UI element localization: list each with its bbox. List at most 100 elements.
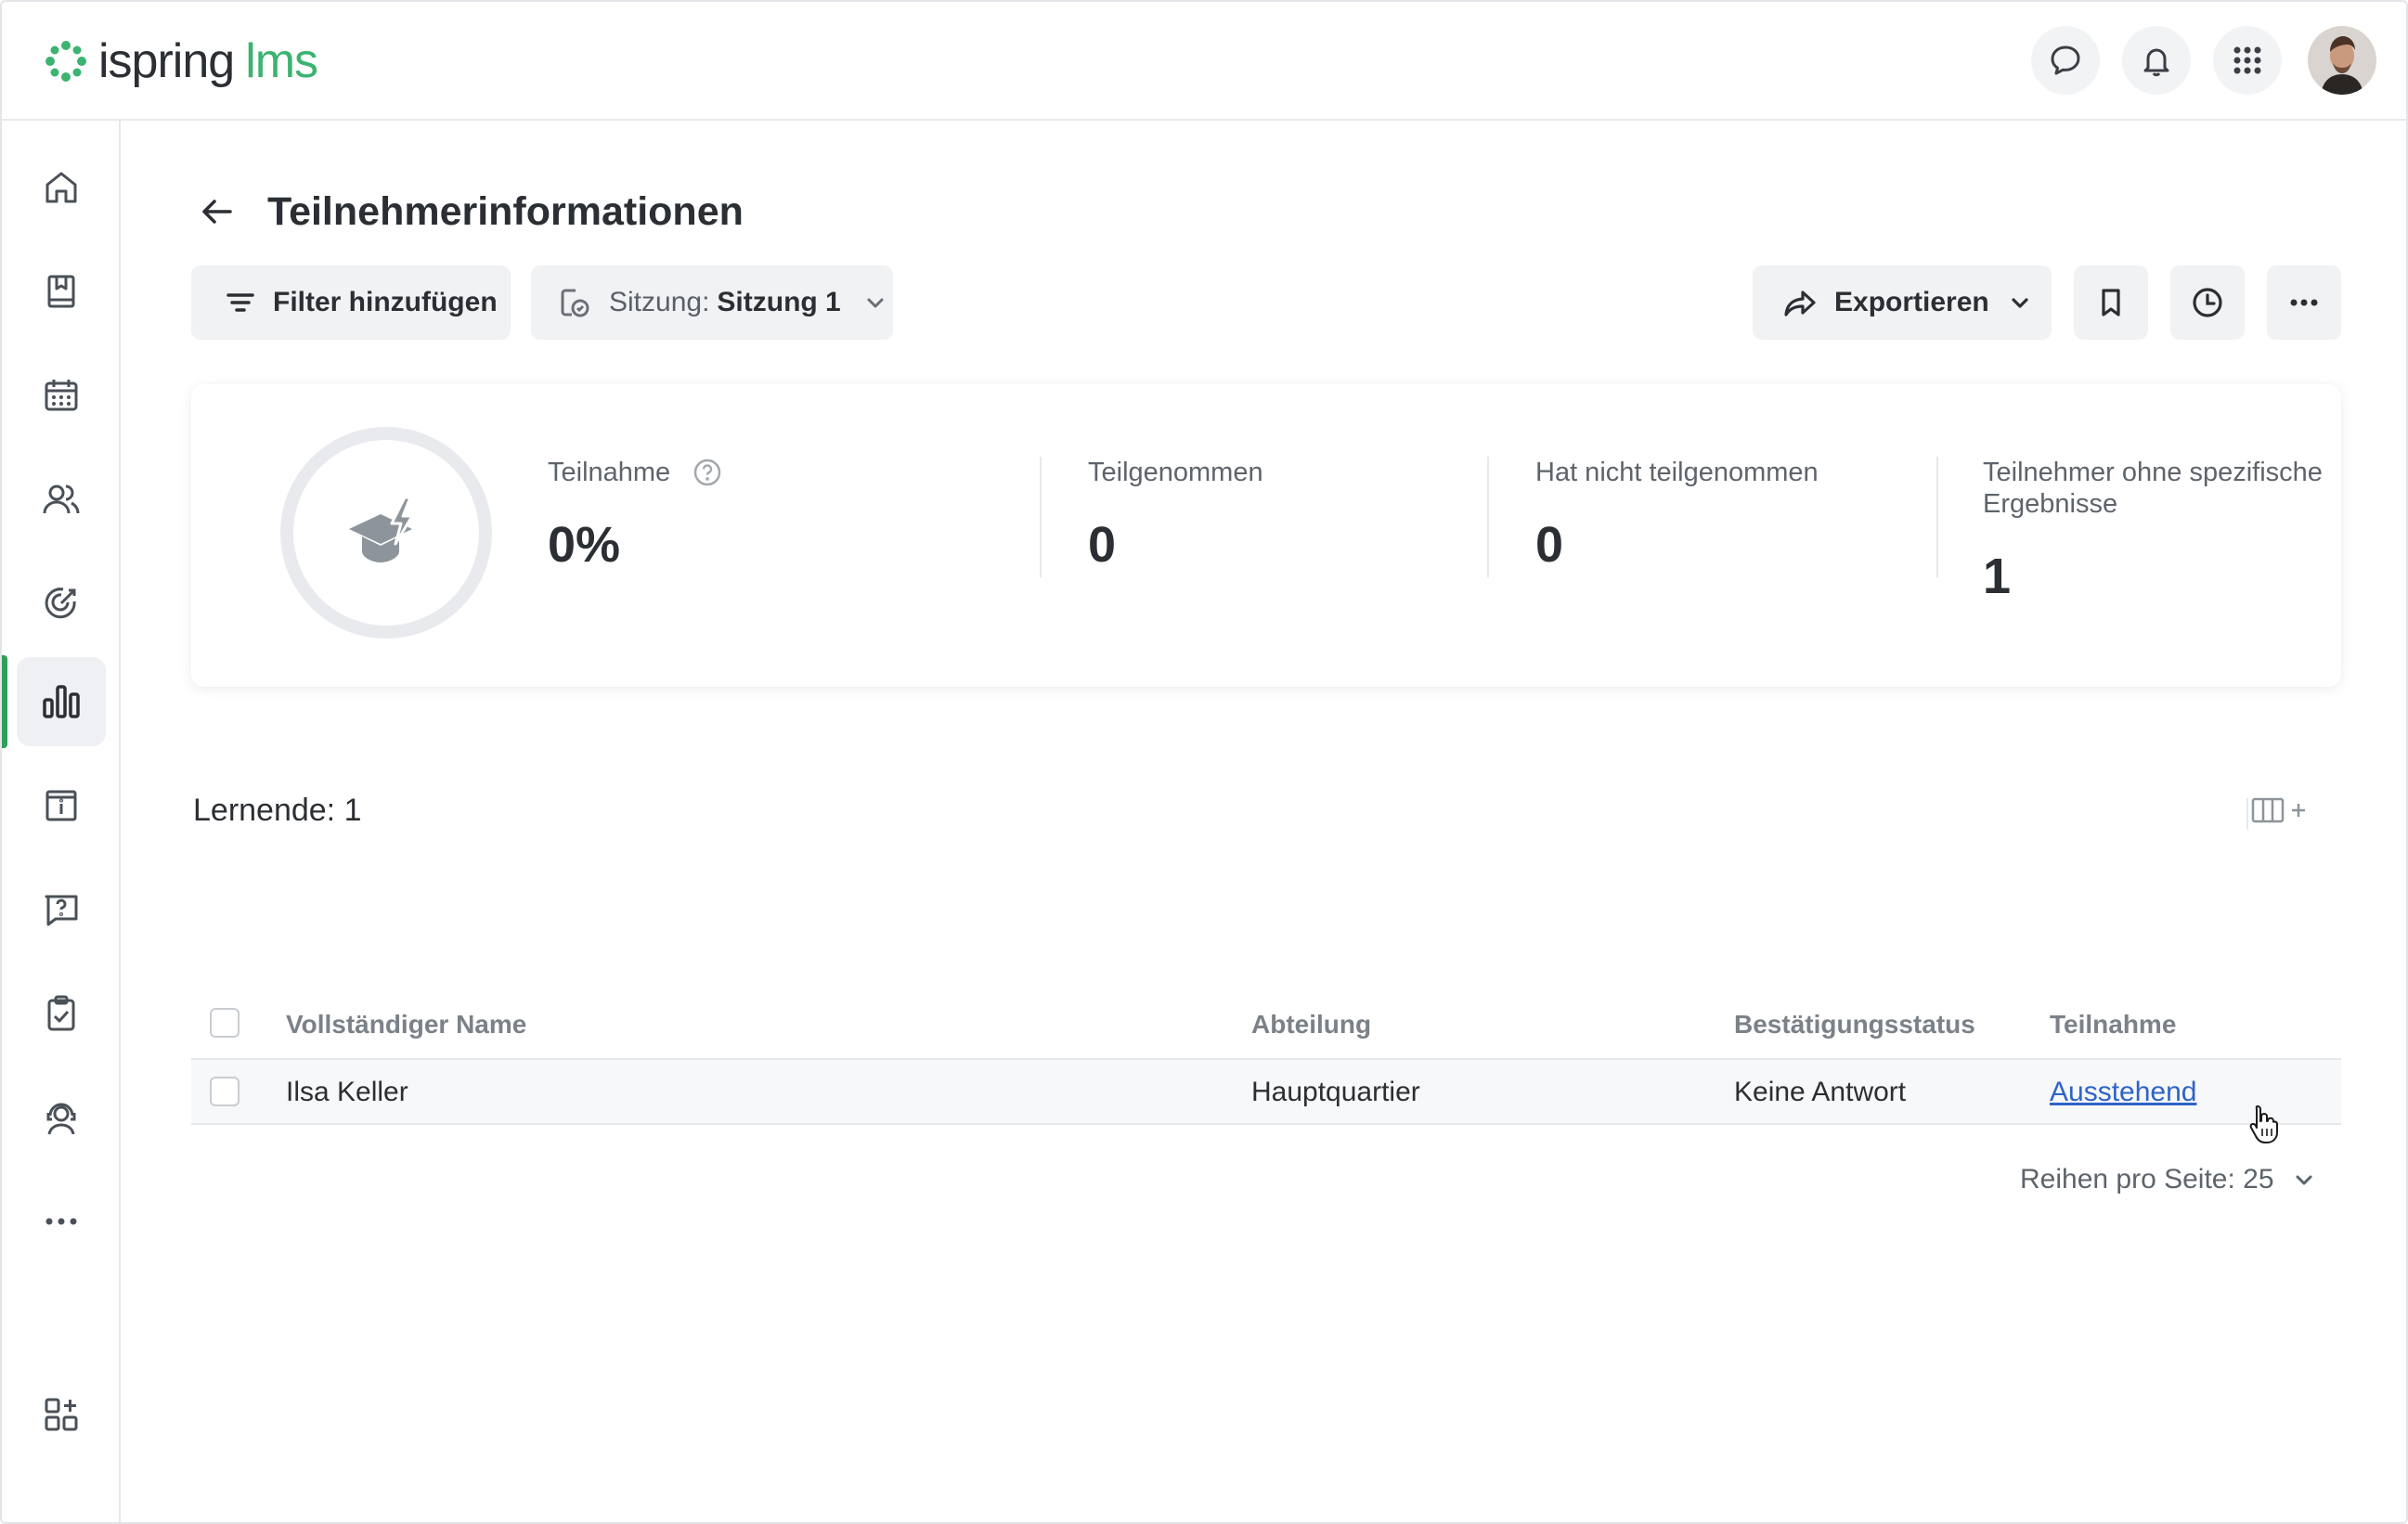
reports-chart-icon (43, 685, 80, 718)
session-prefix: Sitzung: (609, 287, 710, 317)
clipboard-check-icon (47, 995, 75, 1031)
sidebar-active-indicator (2, 655, 7, 748)
clock-icon (2193, 288, 2222, 317)
support-agent-icon (46, 1103, 76, 1135)
sidebar-item-calendar[interactable] (17, 351, 106, 440)
stat-no-results-value: 1 (1983, 549, 2012, 604)
sidebar-item-questions[interactable] (17, 865, 106, 954)
stat-label: Teilnahme (548, 457, 722, 488)
cell-department: Hauptquartier (1251, 1077, 1420, 1107)
page-title: Teilnehmerinformationen (267, 189, 744, 234)
apps-grid-icon (2233, 46, 2261, 74)
stat-not-attended-value: 0 (1535, 517, 1564, 573)
cell-name[interactable]: Ilsa Keller (286, 1077, 408, 1108)
sidebar-item-reports[interactable] (17, 657, 106, 746)
bookmark-icon (2102, 289, 2120, 316)
back-button[interactable] (191, 186, 243, 238)
rows-per-page-label: Reihen pro Seite: 25 (2020, 1164, 2274, 1195)
sidebar-item-goals[interactable] (17, 559, 106, 648)
sidebar-item-users[interactable] (17, 455, 106, 544)
sidebar-item-add-widget[interactable] (17, 1370, 106, 1459)
stat-participation: Teilnahme 0% (548, 457, 722, 574)
logo-text-lms: lms (245, 34, 318, 88)
participation-ring (280, 427, 492, 639)
stat-no-results-label: Teilnehmer ohne spezifische Ergebnisse (1983, 458, 2323, 519)
sidebar-item-info[interactable] (17, 761, 106, 850)
users-icon (43, 484, 80, 514)
add-filter-button[interactable]: Filter hinzufügen (191, 265, 511, 340)
chat-icon (2051, 45, 2080, 75)
participation-status-link[interactable]: Ausstehend (2050, 1077, 2196, 1108)
notifications-button[interactable] (2122, 26, 2191, 95)
select-all-checkbox[interactable] (210, 1008, 240, 1038)
book-icon (47, 275, 75, 308)
divider (1040, 457, 1042, 577)
filter-icon (227, 293, 254, 312)
chevron-down-icon (867, 298, 884, 308)
add-widget-icon (45, 1398, 78, 1431)
logo-mark-icon (45, 41, 86, 82)
stat-participation-value: 0% (548, 517, 621, 573)
top-actions (2031, 26, 2376, 95)
export-label: Exportieren (1834, 287, 1989, 317)
session-icon (561, 289, 589, 317)
apps-button[interactable] (2213, 26, 2282, 95)
stat-no-results: Teilnehmer ohne spezifische Ergebnisse 1 (1983, 457, 2345, 605)
stat-attended-value: 0 (1088, 517, 1117, 573)
session-value: Sitzung 1 (717, 287, 841, 317)
add-filter-label: Filter hinzufügen (273, 287, 498, 317)
divider (1487, 457, 1489, 577)
hand-pointer-cursor-icon (2249, 1105, 2278, 1143)
history-button[interactable] (2170, 265, 2245, 340)
stat-attended-label: Teilgenommen (1088, 458, 1263, 487)
sidebar (2, 121, 121, 1522)
bookmark-button[interactable] (2074, 265, 2148, 340)
sidebar-item-support[interactable] (17, 1073, 106, 1162)
chevron-down-icon (2012, 298, 2028, 308)
stat-attended: Teilgenommen 0 (1088, 457, 1263, 574)
stat-not-attended: Hat nicht teilgenommen 0 (1535, 457, 1819, 574)
target-icon (45, 588, 76, 619)
sidebar-item-tasks[interactable] (17, 969, 106, 1058)
column-header-department[interactable]: Abteilung (1251, 1010, 1371, 1040)
table-row[interactable]: Ilsa Keller Hauptquartier Keine Antwort … (191, 1060, 2341, 1125)
arrow-left-icon (202, 200, 232, 224)
avatar-image (2308, 26, 2376, 95)
stats-card: Teilnahme 0% Teilgenommen 0 Hat nicht te… (191, 384, 2341, 687)
calendar-icon (45, 380, 78, 411)
more-horizontal-icon (45, 1218, 77, 1225)
divider (2246, 798, 2248, 830)
help-circle-icon[interactable] (693, 458, 722, 487)
graduation-cap-icon (349, 496, 414, 562)
more-actions-button[interactable] (2267, 265, 2341, 340)
session-select[interactable]: Sitzung: Sitzung 1 (531, 265, 893, 340)
bell-icon (2143, 48, 2169, 77)
logo-text-ispring: ispring (98, 34, 235, 88)
export-button[interactable]: Exportieren (1753, 265, 2052, 340)
row-checkbox[interactable] (210, 1077, 240, 1106)
info-icon (45, 790, 77, 821)
more-horizontal-icon (2290, 299, 2318, 306)
share-arrow-icon (1784, 291, 1816, 316)
column-settings-button[interactable] (2250, 794, 2308, 826)
main-content: Teilnehmerinformationen Filter hinzufüge… (121, 121, 2406, 1522)
sidebar-item-home[interactable] (17, 143, 106, 232)
sidebar-item-courses[interactable] (17, 247, 106, 336)
rows-per-page-select[interactable]: Reihen pro Seite: 25 (2020, 1164, 2315, 1195)
columns-add-icon (2251, 797, 2305, 823)
divider (1936, 457, 1938, 577)
learner-count: Lernende: 1 (193, 793, 362, 828)
user-avatar[interactable] (2308, 26, 2376, 95)
chat-button[interactable] (2031, 26, 2100, 95)
column-header-confirmation[interactable]: Bestätigungsstatus (1734, 1010, 1975, 1040)
stat-not-attended-label: Hat nicht teilgenommen (1535, 458, 1819, 487)
column-header-name[interactable]: Vollständiger Name (286, 1010, 526, 1040)
home-icon (45, 172, 77, 203)
sidebar-item-more[interactable] (17, 1177, 106, 1266)
cell-confirmation: Keine Antwort (1734, 1077, 1907, 1107)
chevron-down-icon (2296, 1175, 2312, 1185)
ispring-logo[interactable]: ispring lms (43, 30, 318, 93)
column-header-participation[interactable]: Teilnahme (2050, 1010, 2176, 1040)
stat-participation-label: Teilnahme (548, 458, 671, 487)
question-icon (45, 895, 78, 926)
